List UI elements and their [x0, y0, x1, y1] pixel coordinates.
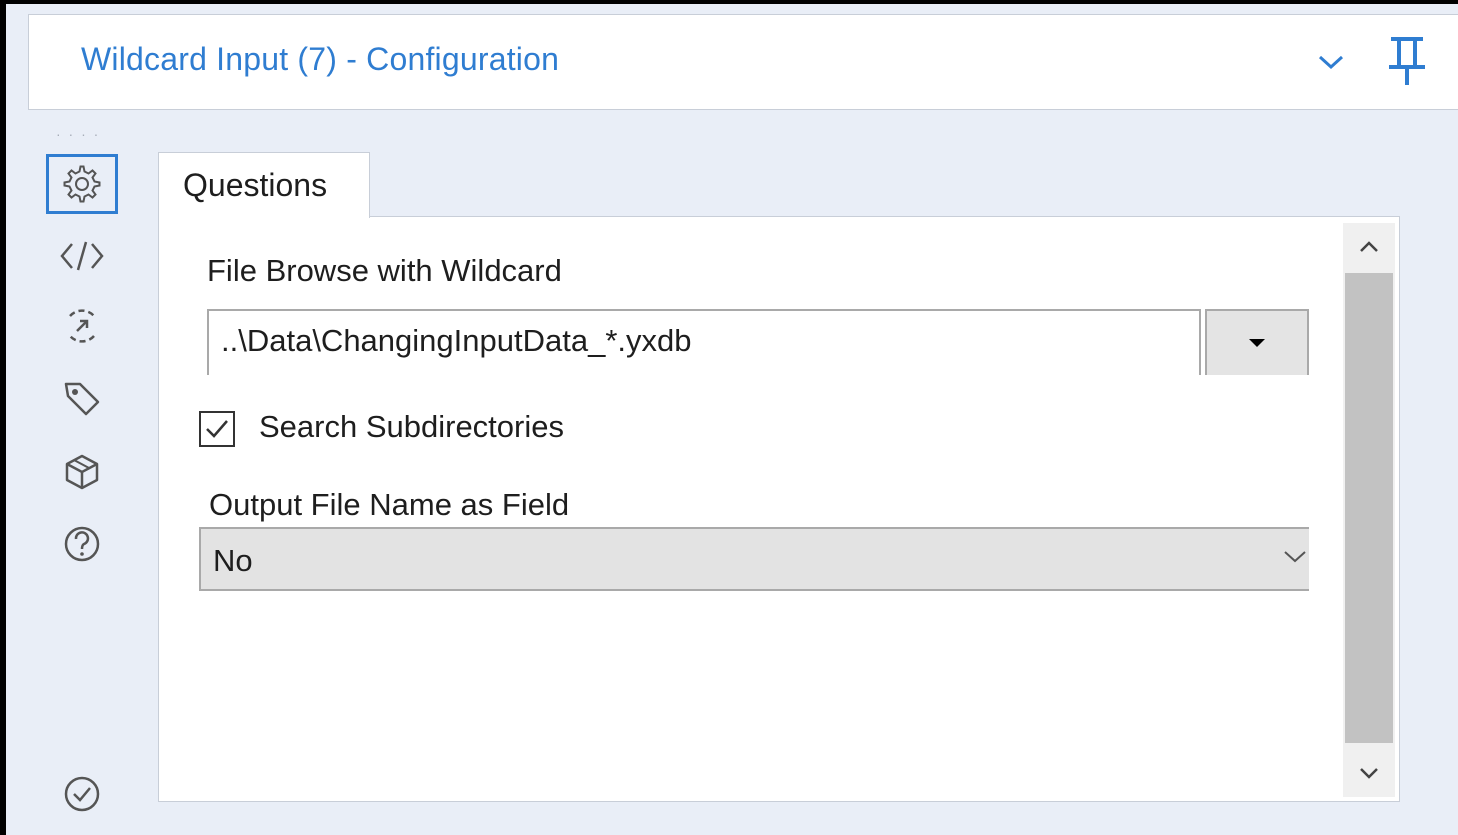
chevron-down-icon	[1318, 55, 1344, 70]
annotation-icon	[69, 309, 95, 343]
code-icon	[60, 241, 104, 271]
chevron-up-icon	[1360, 241, 1378, 252]
configuration-window: Wildcard Input (7) - Configuration · · ·…	[0, 0, 1458, 835]
scroll-down-button[interactable]	[1343, 749, 1395, 797]
sidebar-item-package[interactable]	[46, 442, 118, 502]
scrollbar-thumb[interactable]	[1345, 273, 1393, 743]
sidebar-item-xml-view[interactable]	[46, 226, 118, 286]
gear-icon	[63, 165, 101, 203]
pin-button[interactable]	[1383, 35, 1431, 89]
search-subdirectories-checkbox[interactable]	[199, 411, 235, 447]
drag-grip[interactable]: · · · ·	[56, 126, 100, 142]
tag-icon	[64, 382, 100, 416]
questions-panel: File Browse with Wildcard ..\Data\Changi…	[158, 216, 1400, 802]
tab-questions-label: Questions	[183, 167, 328, 203]
output-file-name-label: Output File Name as Field	[209, 487, 570, 522]
check-circle-icon	[64, 776, 100, 812]
file-browse-dropdown-button[interactable]	[1205, 309, 1309, 375]
output-file-name-select[interactable]: No	[199, 527, 1309, 591]
chevron-down-icon	[1360, 768, 1378, 779]
sidebar-item-status[interactable]	[46, 764, 118, 824]
scroll-up-button[interactable]	[1343, 223, 1395, 271]
pin-icon	[1389, 37, 1425, 85]
collapse-button[interactable]	[1307, 35, 1355, 89]
vertical-scrollbar[interactable]	[1343, 223, 1395, 797]
package-icon	[65, 454, 99, 490]
file-browse-input[interactable]: ..\Data\ChangingInputData_*.yxdb	[207, 309, 1201, 375]
window-title: Wildcard Input (7) - Configuration	[81, 41, 560, 77]
sidebar-item-configuration[interactable]	[46, 154, 118, 214]
output-file-name-value: No	[213, 543, 253, 578]
sidebar-item-tags[interactable]	[46, 368, 118, 428]
sidebar-item-annotation[interactable]	[46, 296, 118, 356]
chevron-down-icon	[1284, 551, 1306, 563]
tab-questions[interactable]: Questions	[158, 152, 370, 218]
sidebar-item-help[interactable]	[46, 514, 118, 574]
search-subdirectories-label[interactable]: Search Subdirectories	[259, 409, 564, 445]
caret-down-icon	[1249, 339, 1265, 347]
help-icon	[64, 526, 100, 562]
window-header: Wildcard Input (7) - Configuration	[28, 14, 1458, 110]
checkmark-icon	[206, 420, 228, 438]
file-browse-label: File Browse with Wildcard	[207, 253, 562, 288]
